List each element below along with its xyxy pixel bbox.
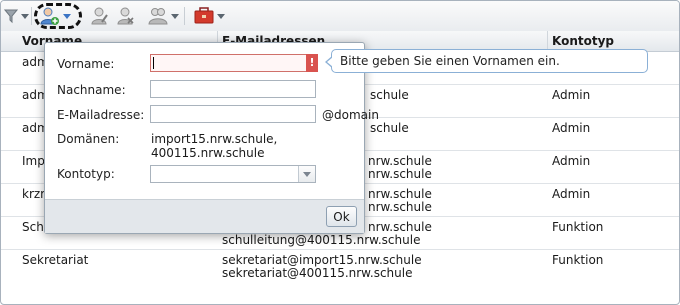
toolbox-icon bbox=[194, 7, 214, 24]
filter-button[interactable] bbox=[4, 4, 29, 28]
table-row[interactable]: Sekretariat sekretariat@import15.nrw.sch… bbox=[1, 250, 679, 284]
chevron-down-icon bbox=[21, 13, 29, 19]
toolbar bbox=[1, 1, 679, 32]
user-group-button[interactable] bbox=[148, 4, 179, 28]
column-header-kontotyp[interactable]: Kontotyp bbox=[548, 31, 679, 51]
error-icon: ! bbox=[306, 54, 318, 72]
cell-type: Admin bbox=[552, 88, 591, 102]
cell-name: Imp bbox=[22, 154, 45, 168]
remove-user-button[interactable] bbox=[117, 4, 135, 28]
email-domain-suffix: @domain bbox=[322, 108, 379, 122]
filter-icon bbox=[4, 9, 18, 24]
remove-user-icon bbox=[117, 7, 134, 25]
email-label: E-Mailadresse: bbox=[57, 108, 145, 122]
user-group-icon bbox=[148, 8, 168, 25]
validation-tooltip: Bitte geben Sie einen Vornamen ein. bbox=[325, 49, 648, 73]
firstname-field[interactable] bbox=[150, 54, 316, 72]
edit-user-button[interactable] bbox=[91, 4, 109, 28]
domains-label: Domänen: bbox=[57, 132, 120, 146]
ok-button[interactable]: Ok bbox=[326, 206, 357, 227]
add-user-dialog: Vorname: ! Nachname: E-Mailadresse: @dom… bbox=[44, 42, 379, 234]
cell-type: Funktion bbox=[552, 220, 604, 234]
cell-type: Funktion bbox=[552, 253, 604, 267]
toolbar-separator bbox=[31, 7, 32, 25]
cell-type: Admin bbox=[552, 121, 591, 135]
accounttype-select[interactable] bbox=[150, 165, 316, 183]
chevron-down-icon bbox=[171, 13, 179, 19]
tools-button[interactable] bbox=[194, 4, 225, 28]
lastname-field[interactable] bbox=[150, 80, 316, 98]
edit-user-icon bbox=[91, 7, 108, 25]
cell-name: Sekretariat bbox=[22, 253, 89, 267]
cell-emails: sekretariat@import15.nrw.schule sekretari… bbox=[222, 253, 422, 280]
accounttype-label: Kontotyp: bbox=[57, 167, 115, 181]
chevron-down-icon bbox=[217, 13, 225, 19]
dialog-footer: Ok bbox=[45, 199, 364, 233]
toolbar-separator bbox=[184, 7, 185, 25]
annotation-highlight bbox=[34, 3, 82, 29]
cell-type: Admin bbox=[552, 154, 591, 168]
domains-value: import15.nrw.schule, 400115.nrw.schule bbox=[151, 132, 278, 160]
user-management-panel: Vorname E-Mailadressen Kontotyp adm adm … bbox=[0, 0, 680, 305]
text-cursor bbox=[153, 57, 154, 69]
firstname-label: Vorname: bbox=[57, 57, 115, 71]
lastname-label: Nachname: bbox=[57, 83, 126, 97]
cell-name: krzr bbox=[22, 187, 46, 201]
email-field[interactable] bbox=[150, 105, 316, 123]
chevron-down-icon[interactable] bbox=[298, 166, 315, 182]
cell-type: Admin bbox=[552, 187, 591, 201]
cell-name: Sch bbox=[22, 220, 44, 234]
